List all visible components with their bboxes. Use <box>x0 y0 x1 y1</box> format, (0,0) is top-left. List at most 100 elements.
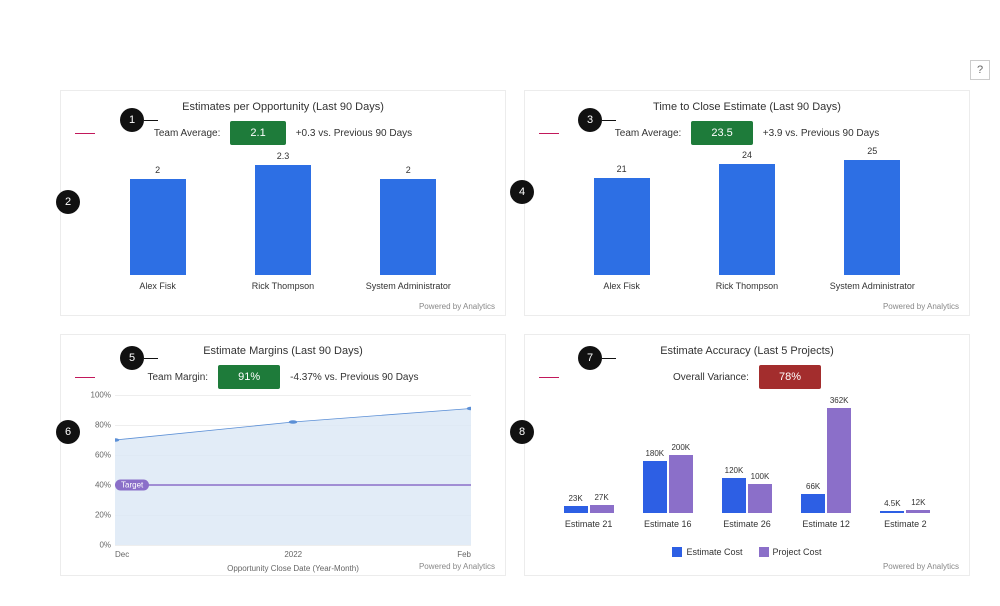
gbar: 66K <box>801 494 825 513</box>
bar-col: 2.3Rick Thompson <box>243 165 323 291</box>
x-axis-label: Opportunity Close Date (Year-Month) <box>115 564 471 573</box>
bar-category: System Administrator <box>366 281 451 291</box>
card-footer: Powered by Analytics <box>419 302 495 311</box>
card-footer: Powered by Analytics <box>883 302 959 311</box>
y-tick: 40% <box>77 481 111 490</box>
gbar: 100K <box>748 484 772 513</box>
grid-line <box>115 545 471 546</box>
bar: 2 <box>130 179 186 275</box>
bar-chart: 21 Alex Fisk 24 Rick Thompson 25 System Admin… <box>539 151 955 291</box>
gbar-category: Estimate 26 <box>723 519 771 529</box>
card-estimate-accuracy: Estimate Accuracy (Last 5 Projects) Over… <box>524 334 970 576</box>
bar-category: Alex Fisk <box>603 281 640 291</box>
bar-category: System Administrator <box>830 281 915 291</box>
bar-col: 2 Alex Fisk <box>118 179 198 291</box>
gbar-value: 100K <box>748 472 772 481</box>
gbar-value: 23K <box>564 494 588 503</box>
x-tick: Feb <box>457 550 471 559</box>
metric-label: Team Average: <box>154 128 221 139</box>
metric-value-pill: 23.5 <box>691 121 752 145</box>
bar-col: 21 Alex Fisk <box>582 178 662 291</box>
y-tick: 0% <box>77 541 111 550</box>
bar: 25 <box>844 160 900 275</box>
gbar: 12K <box>906 510 930 513</box>
legend-label: Estimate Cost <box>686 547 742 557</box>
callout-3: 3 <box>578 108 602 132</box>
callout-2: 2 <box>56 190 80 214</box>
metric-tick <box>75 133 95 134</box>
callout-4: 4 <box>510 180 534 204</box>
bar: 21 <box>594 178 650 275</box>
gbar: 4.5K <box>880 511 904 513</box>
gbar: 27K <box>590 505 614 513</box>
metric-label: Overall Variance: <box>673 372 749 383</box>
metric-delta: -4.37% vs. Previous 90 Days <box>290 372 418 383</box>
gbar-col: 66K362K Estimate 12 <box>801 408 851 529</box>
help-button[interactable]: ? <box>970 60 990 80</box>
callout-3-line <box>602 120 616 121</box>
metric-delta: +3.9 vs. Previous 90 Days <box>763 128 879 139</box>
gbar-value: 4.5K <box>880 499 904 508</box>
card-footer: Powered by Analytics <box>419 562 495 571</box>
swatch-icon <box>672 547 682 557</box>
bar-category: Alex Fisk <box>139 281 176 291</box>
bar: 24 <box>719 164 775 275</box>
metric-value-pill: 91% <box>218 365 280 389</box>
grouped-bar-chart: 23K27KEstimate 21180K200KEstimate 16120K… <box>539 399 955 529</box>
metric-label: Team Margin: <box>148 372 209 383</box>
gbar: 23K <box>564 506 588 513</box>
gbar-category: Estimate 2 <box>884 519 927 529</box>
gbar-value: 66K <box>801 482 825 491</box>
y-tick: 80% <box>77 421 111 430</box>
bar-category: Rick Thompson <box>716 281 778 291</box>
gbar-col: 4.5K12K Estimate 2 <box>880 510 930 529</box>
legend-item-project-cost: Project Cost <box>759 547 822 557</box>
gbar: 362K <box>827 408 851 513</box>
callout-5-line <box>144 358 158 359</box>
metric-tick <box>75 377 95 378</box>
card-estimate-margins: Estimate Margins (Last 90 Days) Team Mar… <box>60 334 506 576</box>
gbar-col: 23K27KEstimate 21 <box>564 505 614 529</box>
gbar-value: 362K <box>827 396 851 405</box>
bar-col: 2 System Administrator <box>368 179 448 291</box>
bar-col: 24 Rick Thompson <box>707 164 787 291</box>
gbar: 200K <box>669 455 693 513</box>
bar-value: 2 <box>380 165 436 175</box>
callout-7-line <box>602 358 616 359</box>
metric-value-pill: 2.1 <box>230 121 285 145</box>
gbar-col: 180K200KEstimate 16 <box>643 455 693 529</box>
callout-1: 1 <box>120 108 144 132</box>
target-badge: Target <box>115 480 149 491</box>
gbar: 120K <box>722 478 746 513</box>
y-tick: 20% <box>77 511 111 520</box>
area-chart: 0%20%40%60%80%100% Target Dec2022Feb Opp… <box>115 395 471 545</box>
bar-col: 25 System Administrator <box>832 160 912 291</box>
gbar-value: 200K <box>669 443 693 452</box>
bar-category: Rick Thompson <box>252 281 314 291</box>
callout-6: 6 <box>56 420 80 444</box>
metric-label: Team Average: <box>615 128 682 139</box>
bar: 2 <box>380 179 436 275</box>
bar-value: 2 <box>130 165 186 175</box>
metric-row: Team Average: 23.5 +3.9 vs. Previous 90 … <box>539 121 955 145</box>
metric-tick <box>539 377 559 378</box>
bar-value: 21 <box>594 164 650 174</box>
dashboard-grid: Estimates per Opportunity (Last 90 Days)… <box>60 90 970 576</box>
x-tick: 2022 <box>284 550 302 559</box>
legend-label: Project Cost <box>773 547 822 557</box>
callout-8: 8 <box>510 420 534 444</box>
gbar-value: 27K <box>590 493 614 502</box>
callout-1-line <box>144 120 158 121</box>
bar-value: 2.3 <box>255 151 311 161</box>
gbar-col: 120K100K Estimate 26 <box>722 478 772 529</box>
gbar-category: Estimate 16 <box>644 519 692 529</box>
y-tick: 60% <box>77 451 111 460</box>
metric-delta: +0.3 vs. Previous 90 Days <box>296 128 412 139</box>
chart-legend: Estimate Cost Project Cost <box>539 547 955 557</box>
callout-5: 5 <box>120 346 144 370</box>
card-footer: Powered by Analytics <box>883 562 959 571</box>
card-title: Time to Close Estimate (Last 90 Days) <box>539 101 955 113</box>
x-tick: Dec <box>115 550 129 559</box>
y-tick: 100% <box>77 391 111 400</box>
gbar-category: Estimate 12 <box>802 519 850 529</box>
